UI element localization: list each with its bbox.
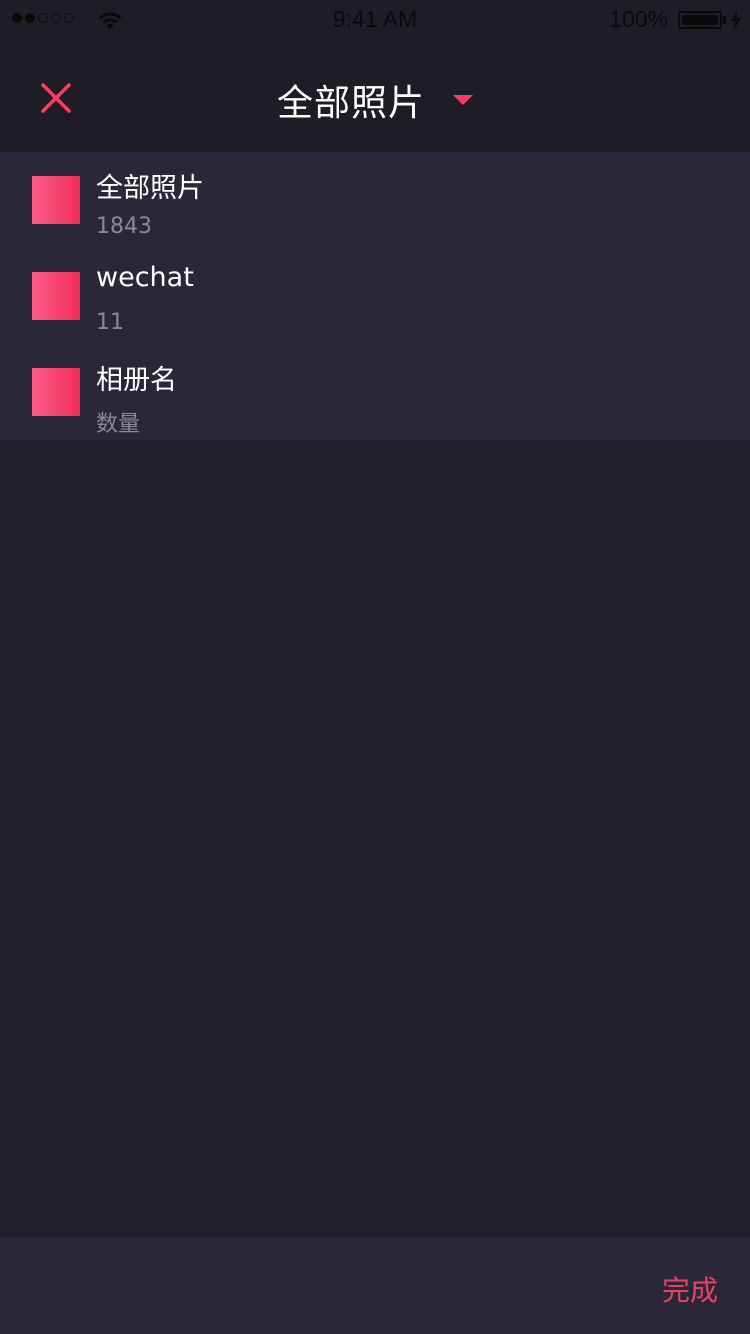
album-item[interactable]: 相册名 数量 bbox=[0, 344, 750, 440]
album-count: 数量 bbox=[96, 412, 141, 437]
status-bar: 9:41 AM 100% bbox=[0, 0, 750, 40]
navigation-bar: 全部照片 bbox=[0, 40, 750, 152]
album-selector[interactable]: 全部照片 bbox=[0, 74, 750, 126]
album-name: wechat bbox=[96, 262, 194, 293]
album-name: 相册名 bbox=[96, 365, 177, 396]
album-count: 11 bbox=[96, 310, 124, 335]
album-item[interactable]: wechat 11 bbox=[0, 248, 750, 344]
battery-icon bbox=[678, 11, 722, 29]
album-list: 全部照片 1843 wechat 11 相册名 数量 bbox=[0, 152, 750, 440]
charging-bolt-icon bbox=[731, 10, 741, 30]
album-thumbnail bbox=[32, 176, 80, 224]
page-title: 全部照片 bbox=[276, 83, 425, 124]
bottom-toolbar: 完成 bbox=[0, 1238, 750, 1334]
battery-level bbox=[682, 15, 718, 25]
album-count: 1843 bbox=[96, 214, 152, 239]
album-thumbnail bbox=[32, 368, 80, 416]
battery-percentage: 100% bbox=[609, 6, 668, 32]
album-item[interactable]: 全部照片 1843 bbox=[0, 152, 750, 248]
caret-down-icon bbox=[453, 95, 473, 105]
album-picker-screen: 9:41 AM 100% 全部照片 全部照片 1843 wechat 11 相册… bbox=[0, 0, 750, 1334]
album-thumbnail bbox=[32, 272, 80, 320]
album-name: 全部照片 bbox=[96, 173, 204, 204]
battery-tip bbox=[723, 16, 726, 24]
done-button[interactable]: 完成 bbox=[662, 1269, 718, 1309]
